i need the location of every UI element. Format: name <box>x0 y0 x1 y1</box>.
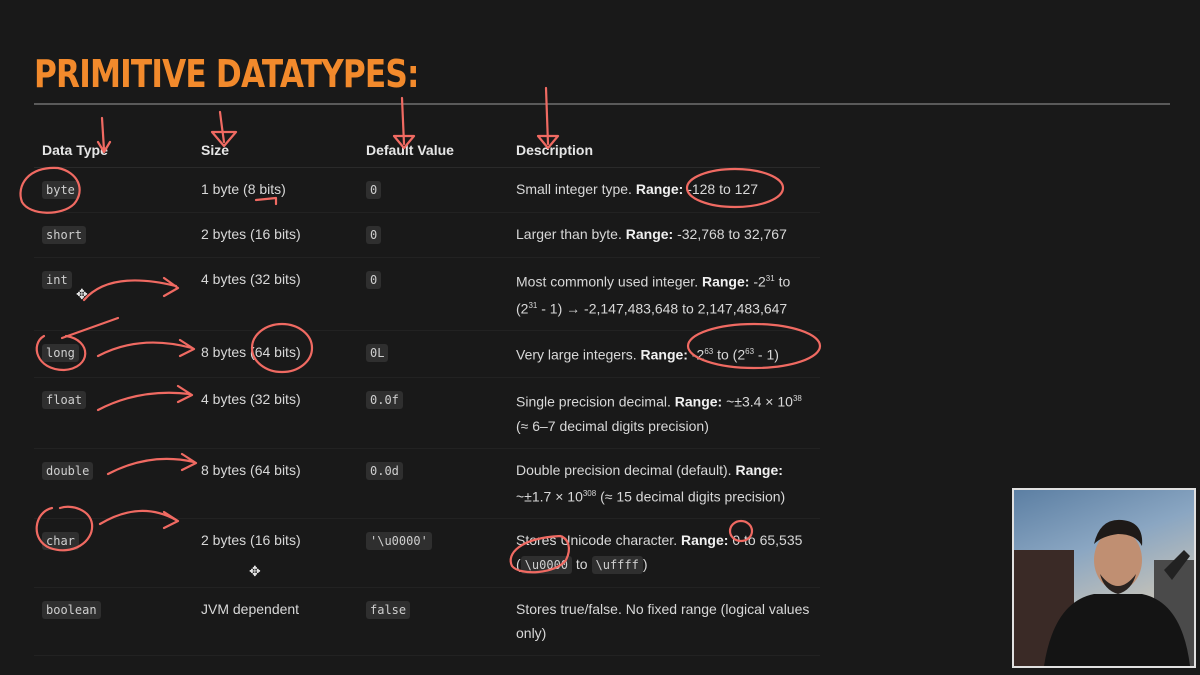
default-value: 0.0d <box>366 461 403 480</box>
header-data-type: Data Type <box>34 132 193 168</box>
table-row: short 2 bytes (16 bits) 0 Larger than by… <box>34 212 820 258</box>
table-row: double 8 bytes (64 bits) 0.0d Double pre… <box>34 448 820 520</box>
header-description: Description <box>508 132 820 168</box>
title-divider <box>34 103 1170 105</box>
type-name: double <box>42 461 94 480</box>
type-name: short <box>42 226 87 244</box>
presenter-image <box>1014 519 1194 666</box>
table-row: long 8 bytes (64 bits) 0L Very large int… <box>34 330 820 378</box>
type-size: 8 bytes (64 bits) <box>193 330 358 378</box>
type-name: char <box>42 532 79 551</box>
webcam-overlay <box>1012 488 1196 668</box>
table-row: char 2 bytes (16 bits) '\u0000' Stores U… <box>34 518 820 589</box>
type-size: 2 bytes (16 bits) <box>193 212 358 258</box>
default-value: 0L <box>366 344 389 363</box>
type-size: 4 bytes (32 bits) <box>193 257 358 332</box>
cursor-move-icon: ✥ <box>249 563 261 579</box>
default-value: 0 <box>366 226 382 244</box>
type-name: float <box>42 390 87 409</box>
default-value: 0.0f <box>366 390 403 409</box>
type-description: Stores Unicode character. Range: 0 to 65… <box>508 518 820 589</box>
type-size: JVM dependent <box>193 587 358 657</box>
default-value: 0 <box>366 271 382 289</box>
type-size: 4 bytes (32 bits) <box>193 377 358 449</box>
type-name: int <box>42 271 72 289</box>
header-size: Size <box>193 132 358 168</box>
type-description: Very large integers. Range: -263 to (263… <box>508 330 820 378</box>
type-name: long <box>42 344 79 363</box>
type-description: Single precision decimal. Range: ~±3.4 ×… <box>508 377 820 449</box>
table-row: int 4 bytes (32 bits) 0 Most commonly us… <box>34 257 820 332</box>
type-size: 2 bytes (16 bits) <box>193 518 358 589</box>
type-description: Small integer type. Range: -128 to 127 <box>508 167 820 213</box>
default-value: '\u0000' <box>366 532 432 551</box>
datatypes-table: Data Type Size Default Value Description… <box>34 132 820 657</box>
table-header-row: Data Type Size Default Value Description <box>34 132 820 168</box>
type-name: byte <box>42 181 79 199</box>
default-value: false <box>366 601 411 620</box>
type-size: 8 bytes (64 bits) <box>193 448 358 520</box>
type-description: Double precision decimal (default). Rang… <box>508 448 820 520</box>
cursor-move-icon: ✥ <box>76 286 88 302</box>
table-row: byte 1 byte (8 bits) 0 Small integer typ… <box>34 167 820 213</box>
table-row: boolean JVM dependent false Stores true/… <box>34 587 820 657</box>
type-description: Most commonly used integer. Range: -231 … <box>508 257 820 332</box>
type-size: 1 byte (8 bits) <box>193 167 358 213</box>
type-description: Larger than byte. Range: -32,768 to 32,7… <box>508 212 820 258</box>
type-name: boolean <box>42 601 101 620</box>
table-row: float 4 bytes (32 bits) 0.0f Single prec… <box>34 377 820 449</box>
default-value: 0 <box>366 181 382 199</box>
type-description: Stores true/false. No fixed range (logic… <box>508 587 820 657</box>
header-default-value: Default Value <box>358 132 508 168</box>
page-title: PRIMITIVE DATATYPES: <box>34 52 419 96</box>
